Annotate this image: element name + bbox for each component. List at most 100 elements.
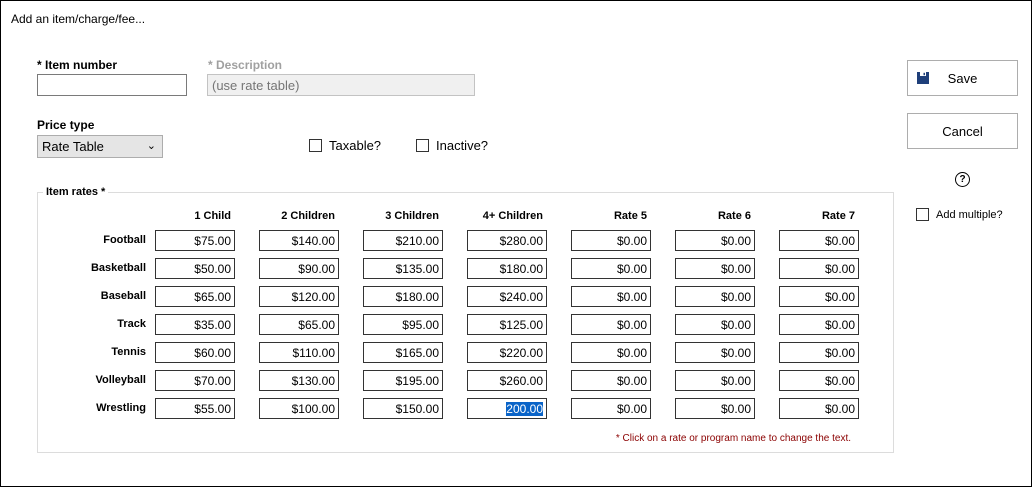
rate-cell[interactable]: 200.00 (467, 398, 547, 419)
add-multiple-checkbox[interactable]: Add multiple? (916, 208, 1003, 221)
price-type-value: Rate Table (42, 139, 104, 154)
rate-cell[interactable]: $65.00 (259, 314, 339, 335)
rate-cell[interactable]: $0.00 (779, 342, 859, 363)
column-header: 4+ Children (482, 210, 543, 222)
rate-cell[interactable]: $60.00 (155, 342, 235, 363)
program-name-label[interactable]: Tennis (61, 346, 146, 358)
rate-value: $110.00 (292, 346, 336, 360)
program-name-label[interactable]: Track (61, 318, 146, 330)
rate-cell[interactable]: $0.00 (571, 342, 651, 363)
rate-cell[interactable]: $0.00 (675, 314, 755, 335)
rate-value: $0.00 (824, 374, 855, 388)
rate-value: $130.00 (291, 374, 335, 388)
rate-value: $0.00 (824, 318, 855, 332)
rate-cell[interactable]: $70.00 (155, 370, 235, 391)
save-button[interactable]: Save (907, 60, 1018, 96)
rate-cell[interactable]: $0.00 (571, 286, 651, 307)
rate-value: $50.00 (194, 262, 231, 276)
rate-value: $260.00 (499, 374, 543, 388)
rate-cell[interactable]: $90.00 (259, 258, 339, 279)
rate-value: $150.00 (395, 402, 439, 416)
rate-cell[interactable]: $75.00 (155, 230, 235, 251)
program-name-label[interactable]: Wrestling (61, 402, 146, 414)
rate-cell[interactable]: $0.00 (779, 286, 859, 307)
rate-cell[interactable]: $120.00 (259, 286, 339, 307)
rate-value: $0.00 (824, 234, 855, 248)
rate-cell[interactable]: $125.00 (467, 314, 547, 335)
rate-cell[interactable]: $195.00 (363, 370, 443, 391)
rate-cell[interactable]: $0.00 (571, 314, 651, 335)
rate-value: $0.00 (720, 262, 751, 276)
rate-value: $95.00 (402, 318, 439, 332)
rate-cell[interactable]: $165.00 (363, 342, 443, 363)
program-name-label[interactable]: Football (61, 234, 146, 246)
price-type-select[interactable]: Rate Table ⌄ (37, 135, 163, 158)
rate-cell[interactable]: $220.00 (467, 342, 547, 363)
rate-value: $65.00 (298, 318, 335, 332)
program-name-label[interactable]: Basketball (61, 262, 146, 274)
program-name-label[interactable]: Baseball (61, 290, 146, 302)
taxable-checkbox[interactable]: Taxable? (309, 138, 381, 153)
cancel-button-label: Cancel (942, 123, 983, 139)
add-multiple-checkbox-box[interactable] (916, 208, 929, 221)
rates-help-note: * Click on a rate or program name to cha… (615, 433, 851, 444)
rate-cell[interactable]: $0.00 (571, 370, 651, 391)
rate-cell[interactable]: $95.00 (363, 314, 443, 335)
rate-value: $210.00 (395, 234, 439, 248)
rate-value: $140.00 (291, 234, 335, 248)
rate-cell[interactable]: $180.00 (363, 286, 443, 307)
rate-cell[interactable]: $0.00 (675, 258, 755, 279)
rate-cell[interactable]: $0.00 (675, 342, 755, 363)
rate-cell[interactable]: $0.00 (779, 230, 859, 251)
rate-cell[interactable]: $35.00 (155, 314, 235, 335)
rate-value: $70.00 (194, 374, 231, 388)
cancel-button[interactable]: Cancel (907, 113, 1018, 149)
rate-cell[interactable]: $260.00 (467, 370, 547, 391)
save-button-label: Save (947, 70, 978, 86)
rate-cell[interactable]: $65.00 (155, 286, 235, 307)
rate-value: $0.00 (720, 374, 751, 388)
rate-value: $0.00 (616, 318, 647, 332)
rate-cell[interactable]: $0.00 (675, 286, 755, 307)
taxable-checkbox-box[interactable] (309, 139, 322, 152)
rate-cell[interactable]: $135.00 (363, 258, 443, 279)
rate-value: $0.00 (720, 402, 751, 416)
description-input[interactable] (207, 74, 475, 96)
rate-cell[interactable]: $0.00 (675, 370, 755, 391)
item-number-input[interactable] (37, 74, 187, 96)
rate-cell[interactable]: $240.00 (467, 286, 547, 307)
inactive-checkbox-box[interactable] (416, 139, 429, 152)
rate-cell[interactable]: $280.00 (467, 230, 547, 251)
rate-value: $240.00 (499, 290, 543, 304)
rate-value: $90.00 (298, 262, 335, 276)
rate-value: $65.00 (194, 290, 231, 304)
price-type-label: Price type (37, 118, 95, 132)
rate-cell[interactable]: $55.00 (155, 398, 235, 419)
rate-cell[interactable]: $0.00 (779, 370, 859, 391)
taxable-label: Taxable? (329, 138, 382, 153)
rate-cell[interactable]: $210.00 (363, 230, 443, 251)
rate-cell[interactable]: $0.00 (779, 258, 859, 279)
rate-cell[interactable]: $0.00 (675, 230, 755, 251)
column-header: Rate 7 (821, 210, 855, 222)
rate-cell[interactable]: $0.00 (779, 398, 859, 419)
help-icon[interactable]: ? (955, 172, 970, 187)
rate-cell[interactable]: $130.00 (259, 370, 339, 391)
rate-cell[interactable]: $110.00 (259, 342, 339, 363)
program-name-label[interactable]: Volleyball (61, 374, 146, 386)
rate-value: $195.00 (395, 374, 439, 388)
rate-cell[interactable]: $150.00 (363, 398, 443, 419)
rate-value: $100.00 (291, 402, 335, 416)
rate-value: $0.00 (616, 402, 647, 416)
rate-cell[interactable]: $180.00 (467, 258, 547, 279)
rate-cell[interactable]: $0.00 (571, 398, 651, 419)
rate-cell[interactable]: $0.00 (779, 314, 859, 335)
rate-cell[interactable]: $50.00 (155, 258, 235, 279)
rate-cell[interactable]: $100.00 (259, 398, 339, 419)
rate-value: $60.00 (194, 346, 231, 360)
inactive-checkbox[interactable]: Inactive? (416, 138, 488, 153)
rate-cell[interactable]: $140.00 (259, 230, 339, 251)
rate-cell[interactable]: $0.00 (571, 258, 651, 279)
rate-cell[interactable]: $0.00 (571, 230, 651, 251)
rate-cell[interactable]: $0.00 (675, 398, 755, 419)
